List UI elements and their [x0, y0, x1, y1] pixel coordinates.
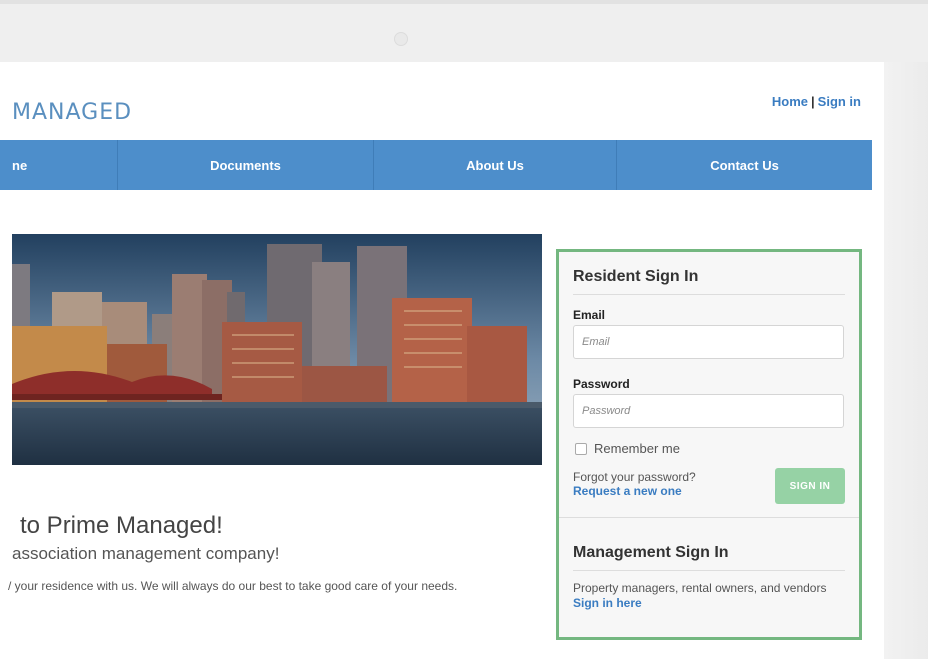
sign-in-button[interactable]: SIGN IN [775, 468, 845, 504]
management-signin-section: Management Sign In [573, 544, 845, 571]
intro-paragraph: / your residence with us. We will always… [8, 579, 458, 593]
password-group: Password [573, 377, 845, 391]
signin-panel: Resident Sign In Email Password Remember… [556, 249, 862, 640]
tagline-text: association management company! [12, 544, 280, 563]
password-label: Password [573, 377, 630, 391]
request-new-password-link[interactable]: Request a new one [573, 484, 763, 498]
device-top-bezel [0, 0, 928, 62]
password-input[interactable] [573, 394, 844, 428]
resident-signin-title: Resident Sign In [573, 268, 845, 295]
forgot-password-group: Forgot your password? Request a new one [573, 470, 763, 498]
nav-item-home[interactable]: ne [0, 140, 118, 190]
main-navigation: ne Documents About Us Contact Us [0, 140, 872, 190]
email-input[interactable] [573, 325, 844, 359]
nav-item-contact-us[interactable]: Contact Us [617, 140, 872, 190]
site-logo[interactable]: MANAGED [12, 100, 132, 125]
hero-city-skyline-image [12, 234, 542, 465]
browser-viewport: MANAGED Home | Sign in ne Documents About … [0, 62, 884, 659]
management-signin-title: Management Sign In [573, 544, 845, 571]
home-link[interactable]: Home [772, 94, 808, 109]
remember-me-row[interactable]: Remember me [573, 441, 845, 456]
forgot-password-text: Forgot your password? [573, 470, 696, 484]
resident-signin-section: Resident Sign In [573, 268, 845, 295]
remember-me-checkbox[interactable] [575, 442, 587, 455]
remember-me-label: Remember me [594, 441, 680, 456]
signin-link[interactable]: Sign in [818, 94, 861, 109]
management-description: Property managers, rental owners, and ve… [573, 581, 827, 595]
management-info: Property managers, rental owners, and ve… [573, 581, 845, 610]
camera-icon [394, 32, 408, 46]
email-group: Email [573, 308, 845, 322]
management-signin-link[interactable]: Sign in here [573, 596, 845, 610]
skyline-illustration [12, 234, 542, 465]
link-separator: | [811, 94, 815, 109]
device-right-bezel [884, 62, 928, 659]
top-links: Home | Sign in [772, 94, 861, 109]
panel-divider [559, 517, 859, 518]
nav-item-documents[interactable]: Documents [118, 140, 374, 190]
welcome-heading: to Prime Managed! [20, 512, 223, 539]
nav-item-about-us[interactable]: About Us [374, 140, 617, 190]
email-label: Email [573, 308, 606, 322]
